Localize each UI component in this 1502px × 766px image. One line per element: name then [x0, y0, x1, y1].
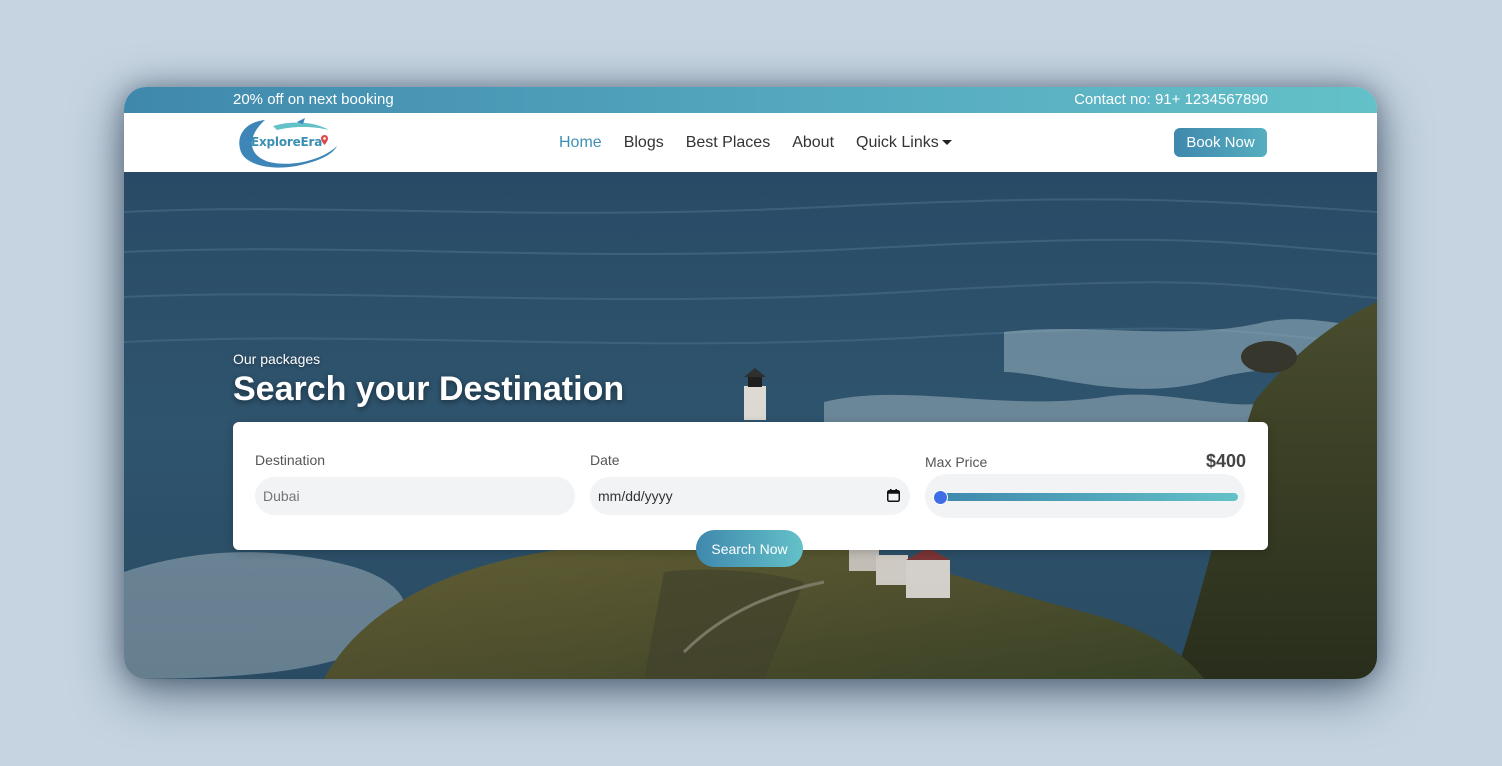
slider-thumb[interactable]: [934, 491, 947, 504]
caret-down-icon: [941, 139, 952, 145]
navbar: ExploreEra Home Blogs Best Places About …: [124, 113, 1377, 172]
nav-about[interactable]: About: [792, 134, 834, 152]
date-input[interactable]: mm/dd/yyyy: [590, 477, 910, 515]
nav-home[interactable]: Home: [559, 134, 602, 152]
map-pin-icon: [321, 135, 328, 145]
hero-section: Our packages Search your Destination Des…: [124, 172, 1377, 679]
main-nav: Home Blogs Best Places About Quick Links: [559, 113, 974, 172]
logo-text: ExploreEra: [251, 135, 323, 149]
nav-quick-links-label: Quick Links: [856, 133, 939, 151]
browser-window: 20% off on next booking Contact no: 91+ …: [124, 87, 1377, 679]
slider-fill: [939, 493, 1238, 501]
contact-number[interactable]: Contact no: 91+ 1234567890: [1074, 87, 1268, 113]
max-price-slider[interactable]: [925, 474, 1245, 518]
date-placeholder: mm/dd/yyyy: [598, 488, 673, 504]
max-price-value: $400: [1205, 451, 1246, 471]
brand-logo[interactable]: ExploreEra: [235, 116, 339, 170]
promo-bar: 20% off on next booking Contact no: 91+ …: [124, 87, 1377, 113]
nav-quick-links[interactable]: Quick Links: [856, 134, 952, 152]
search-now-button[interactable]: Search Now: [696, 530, 803, 567]
destination-label: Destination: [255, 452, 326, 468]
max-price-label: Max Price: [925, 454, 988, 470]
nav-blogs[interactable]: Blogs: [624, 134, 664, 152]
date-label: Date: [590, 452, 620, 468]
hero-title: Search your Destination: [233, 370, 625, 408]
book-now-button[interactable]: Book Now: [1174, 128, 1267, 157]
destination-input[interactable]: [255, 477, 575, 515]
nav-best-places[interactable]: Best Places: [686, 134, 770, 152]
promo-text: 20% off on next booking: [233, 91, 394, 108]
hero-kicker: Our packages: [233, 351, 321, 367]
calendar-icon[interactable]: [887, 489, 900, 502]
